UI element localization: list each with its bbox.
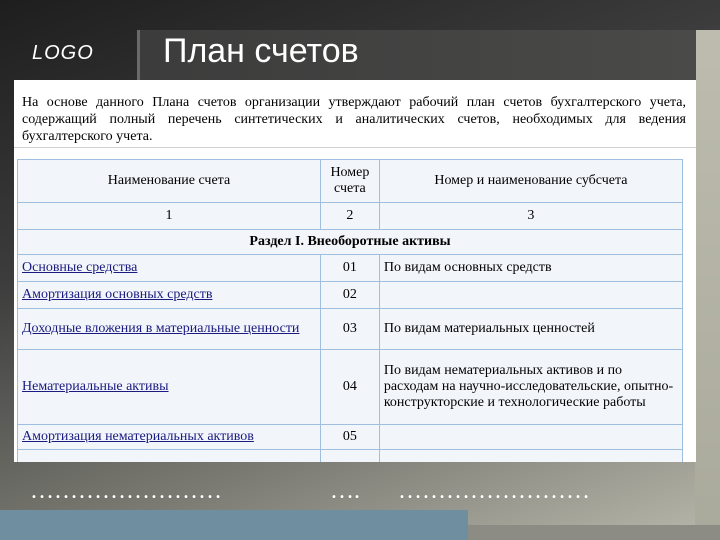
account-code: … — [319, 449, 380, 462]
column-number: 2 — [319, 202, 380, 230]
accounts-table: Наименование счета Номер счета Номер и н… — [17, 159, 684, 462]
column-number-row: 1 2 3 — [17, 202, 684, 230]
account-name-link[interactable] — [17, 449, 321, 462]
table-row: Основные средства 01 По видам основных с… — [17, 254, 684, 282]
account-code: 03 — [319, 308, 380, 350]
footer-bar — [0, 510, 468, 540]
section-row: Раздел I. Внеоборотные активы — [17, 229, 683, 255]
header-account-number: Номер счета — [319, 159, 380, 203]
title-divider — [137, 30, 140, 80]
account-name-link[interactable]: Основные средства — [17, 254, 321, 282]
subaccount: По видам материальных ценностей — [378, 308, 684, 350]
account-name-link[interactable]: Амортизация нематериальных активов — [17, 424, 321, 450]
table-row: Амортизация нематериальных активов 05 — [17, 424, 684, 450]
table-row: Доходные вложения в материальные ценност… — [17, 308, 684, 350]
subaccount: По видам основных средств — [378, 254, 684, 282]
account-code: 04 — [319, 349, 380, 425]
intro-text: На основе данного Плана счетов организац… — [22, 95, 686, 144]
header-account-name: Наименование счета — [17, 159, 321, 203]
ellipsis-middle: …. — [330, 478, 360, 504]
subaccount: По видам нематериальных активов и по рас… — [378, 349, 684, 425]
account-code: 01 — [319, 254, 380, 282]
subaccount — [378, 424, 684, 450]
logo: LOGO — [32, 42, 94, 64]
column-number: 1 — [17, 202, 321, 230]
ellipsis-right: …………………… — [398, 478, 590, 504]
ellipsis-left: …………………… — [30, 478, 222, 504]
divider — [14, 147, 696, 148]
table-header-row: Наименование счета Номер счета Номер и н… — [17, 159, 684, 203]
header-subaccount: Номер и наименование субсчета — [378, 159, 684, 203]
account-name-link[interactable]: Нематериальные активы — [17, 349, 321, 425]
account-name-link[interactable]: Амортизация основных средств — [17, 281, 321, 309]
page-title: План счетов — [163, 32, 359, 70]
right-band — [695, 30, 720, 540]
table-row: … — [17, 449, 684, 462]
account-code: 02 — [319, 281, 380, 309]
content-panel: На основе данного Плана счетов организац… — [14, 80, 696, 462]
footer-bar-secondary — [468, 525, 720, 540]
subaccount — [378, 281, 684, 309]
column-number: 3 — [378, 202, 684, 230]
table-row: Нематериальные активы 04 По видам немате… — [17, 349, 684, 425]
subaccount — [378, 449, 684, 462]
account-code: 05 — [319, 424, 380, 450]
table-row: Амортизация основных средств 02 — [17, 281, 684, 309]
account-name-link[interactable]: Доходные вложения в материальные ценност… — [17, 308, 321, 350]
section-title: Раздел I. Внеоборотные активы — [17, 229, 683, 255]
